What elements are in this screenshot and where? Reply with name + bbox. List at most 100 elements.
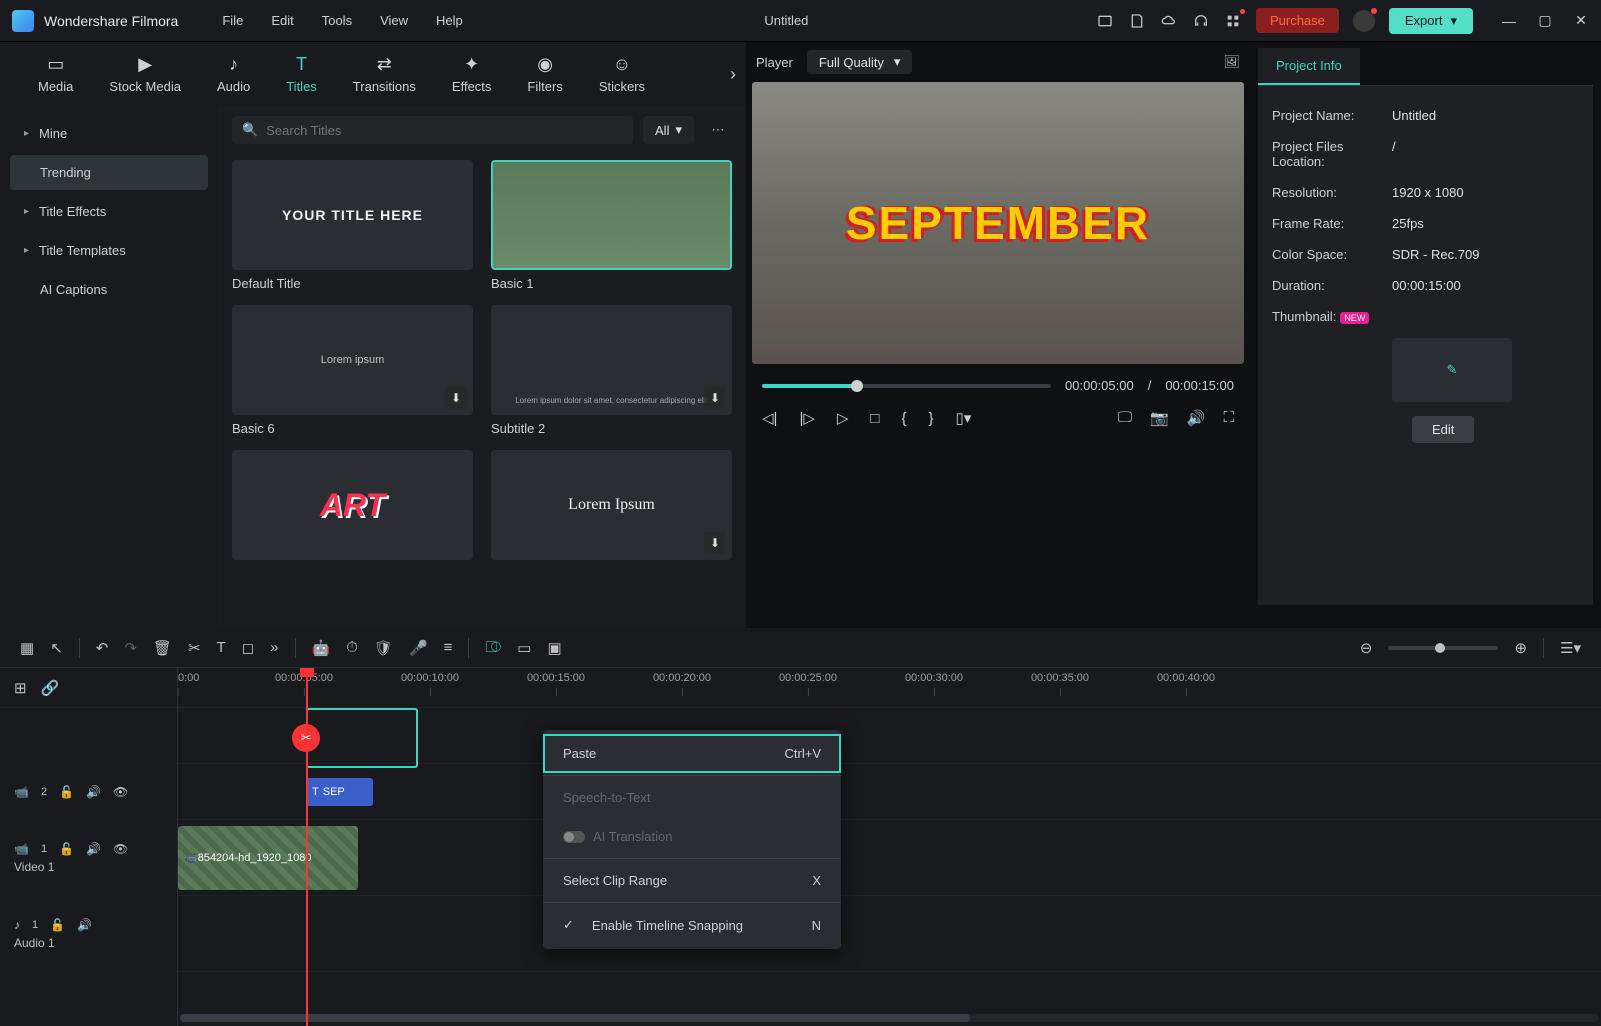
render-icon[interactable]: ▭ (517, 639, 531, 657)
mute-icon[interactable]: 🔊 (77, 918, 92, 932)
track-header-video1[interactable]: 📹1 🔓 🔊 👁 Video 1 (0, 820, 177, 896)
ctx-select-clip-range[interactable]: Select Clip Range X (543, 861, 841, 900)
title-item-subtitle2[interactable]: Lorem ipsum dolor sit amet, consectetur … (491, 305, 732, 436)
title-item-art[interactable]: ART (232, 450, 473, 560)
stop-icon[interactable]: □ (870, 410, 879, 427)
ctx-paste[interactable]: Paste Ctrl+V (543, 734, 841, 773)
audio-mix-icon[interactable]: ≡ (444, 639, 453, 656)
video-clip[interactable]: 📹854204-hd_1920_1080 (178, 826, 358, 890)
link-icon[interactable]: 🔗 (41, 679, 60, 697)
maximize-button[interactable]: ▢ (1537, 13, 1553, 29)
next-frame-icon[interactable]: |▷ (799, 409, 814, 427)
tab-filters[interactable]: ◉Filters (509, 54, 580, 94)
menu-tools[interactable]: Tools (308, 9, 366, 32)
mic-icon[interactable]: 🎤 (409, 639, 428, 657)
title-item-default[interactable]: YOUR TITLE HERE Default Title (232, 160, 473, 291)
menu-file[interactable]: File (208, 9, 257, 32)
more-tools-icon[interactable]: » (270, 639, 278, 656)
sidebar-item-title-effects[interactable]: ▸Title Effects (10, 194, 208, 229)
menu-view[interactable]: View (366, 9, 422, 32)
zoom-slider[interactable] (1388, 646, 1498, 650)
sidebar-item-title-templates[interactable]: ▸Title Templates (10, 233, 208, 268)
track-header-audio1[interactable]: ♪1 🔓 🔊 Audio 1 (0, 896, 177, 972)
edit-thumbnail-button[interactable]: Edit (1412, 416, 1474, 443)
video-track-1[interactable]: 📹854204-hd_1920_1080 (178, 820, 1601, 896)
eye-icon[interactable]: 👁 (113, 842, 128, 856)
speed-icon[interactable]: ⏱ (346, 639, 358, 656)
eye-icon[interactable]: 👁 (113, 785, 128, 799)
timeline-tracks-area[interactable]: 00:00:0000:00:05:0000:00:10:0000:00:15:0… (178, 668, 1601, 1026)
download-icon[interactable]: ⬇ (704, 387, 726, 409)
title-track-2[interactable]: TSEP (178, 764, 1601, 820)
zoom-thumb[interactable] (1435, 643, 1445, 653)
title-clip[interactable]: TSEP (306, 778, 373, 806)
sidebar-item-trending[interactable]: Trending (10, 155, 208, 190)
tab-media[interactable]: ▭Media (20, 54, 91, 94)
marker-icon[interactable]: ▣ (547, 639, 561, 657)
preview-viewport[interactable]: SEPTEMBER (752, 82, 1244, 364)
lock-icon[interactable]: 🔓 (59, 842, 74, 856)
menu-help[interactable]: Help (422, 9, 477, 32)
sidebar-item-ai-captions[interactable]: AI Captions (10, 272, 208, 307)
playhead-handle[interactable] (300, 668, 314, 677)
project-info-tab[interactable]: Project Info (1258, 48, 1360, 85)
ctx-enable-snapping[interactable]: ✓Enable Timeline Snapping N (543, 905, 841, 945)
text-tool-icon[interactable]: T (217, 639, 226, 656)
save-icon[interactable] (1128, 12, 1146, 30)
zoom-out-icon[interactable]: ⊖ (1360, 639, 1373, 657)
fullscreen-icon[interactable]: ⛶ (1223, 409, 1234, 427)
snapshot-icon[interactable]: 📷 (1150, 409, 1169, 427)
progress-thumb[interactable] (851, 380, 863, 392)
purchase-button[interactable]: Purchase (1256, 8, 1339, 33)
mark-out-icon[interactable]: } (929, 410, 934, 427)
zoom-in-icon[interactable]: ⊕ (1514, 639, 1527, 657)
timeline-h-scrollbar[interactable] (180, 1014, 1599, 1022)
lock-icon[interactable]: 🔓 (50, 918, 65, 932)
layout-grid-icon[interactable]: ▦ (20, 639, 34, 657)
title-item-basic1[interactable]: Basic 1 (491, 160, 732, 291)
tab-stickers[interactable]: ☺Stickers (581, 54, 663, 94)
pointer-icon[interactable]: ↖ (50, 639, 63, 657)
redo-icon[interactable]: ↷ (124, 639, 137, 657)
layout-icon[interactable] (1096, 12, 1114, 30)
mark-in-icon[interactable]: { (901, 410, 906, 427)
compare-icon[interactable]: 🖼 (1223, 54, 1240, 70)
progress-slider[interactable] (762, 384, 1051, 388)
audio-track-1[interactable] (178, 896, 1601, 972)
time-ruler[interactable]: 00:00:0000:00:05:0000:00:10:0000:00:15:0… (178, 668, 1601, 708)
playhead[interactable] (306, 668, 308, 1026)
filter-dropdown[interactable]: All▾ (643, 116, 694, 144)
scrollbar-thumb[interactable] (180, 1014, 970, 1022)
tabs-more-icon[interactable]: › (730, 64, 736, 85)
tab-titles[interactable]: TTitles (268, 54, 335, 94)
gallery-more-icon[interactable]: ⋯ (704, 122, 732, 138)
headphones-icon[interactable] (1192, 12, 1210, 30)
razor-marker-icon[interactable]: ✂ (292, 724, 320, 752)
marker-dropdown-icon[interactable]: ▯▾ (956, 409, 972, 427)
display-icon[interactable]: 🖵 (1118, 409, 1132, 427)
spacer-track[interactable] (178, 708, 1601, 764)
prev-frame-icon[interactable]: ◁| (762, 409, 777, 427)
thumbnail-preview[interactable]: ✎ (1392, 338, 1512, 402)
minimize-button[interactable]: — (1501, 13, 1517, 29)
volume-icon[interactable]: 🔊 (1187, 409, 1206, 427)
lock-icon[interactable]: 🔓 (59, 785, 74, 799)
snap-icon[interactable]: ⎄ (485, 639, 501, 656)
mute-icon[interactable]: 🔊 (86, 842, 101, 856)
quality-dropdown[interactable]: Full Quality▾ (807, 50, 913, 74)
delete-icon[interactable]: 🗑 (153, 639, 172, 657)
tab-transitions[interactable]: ⇄Transitions (335, 54, 434, 94)
undo-icon[interactable]: ↶ (96, 639, 109, 657)
play-icon[interactable]: ▷ (837, 409, 849, 427)
ai-assistant-icon[interactable]: 🤖 (312, 639, 331, 657)
shield-icon[interactable]: 🛡 (374, 639, 393, 657)
cloud-icon[interactable] (1160, 12, 1178, 30)
download-icon[interactable]: ⬇ (704, 532, 726, 554)
tab-stock-media[interactable]: ▶Stock Media (91, 54, 199, 94)
close-button[interactable]: ✕ (1573, 13, 1589, 29)
apps-icon[interactable] (1224, 12, 1242, 30)
track-header-title2[interactable]: 📹2 🔓 🔊 👁 (0, 764, 177, 820)
download-icon[interactable]: ⬇ (445, 387, 467, 409)
sidebar-item-mine[interactable]: ▸Mine (10, 116, 208, 151)
user-avatar[interactable] (1353, 10, 1375, 32)
